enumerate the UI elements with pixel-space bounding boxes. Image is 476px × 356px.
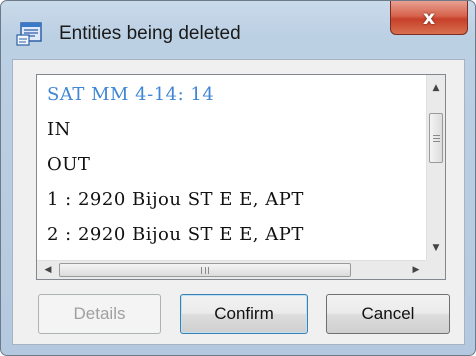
scroll-down-icon[interactable]: ▼ xyxy=(427,239,445,257)
list-item[interactable]: 2 : 2920 Bijou ST E E, APT xyxy=(47,217,427,252)
grip-icon xyxy=(201,266,209,274)
vertical-scrollbar[interactable]: ▲ ▼ xyxy=(426,75,445,261)
list-item[interactable]: IN xyxy=(47,112,427,147)
confirm-button[interactable]: Confirm xyxy=(180,294,308,334)
scrollbar-corner xyxy=(426,260,445,279)
scroll-up-icon[interactable]: ▲ xyxy=(427,79,445,97)
dialog-body: SAT MM 4-14: 14 IN OUT 1 : 2920 Bijou ST… xyxy=(12,59,465,345)
title-bar[interactable]: Entities being deleted x xyxy=(1,1,475,59)
list-item[interactable]: SAT MM 4-14: 14 xyxy=(47,77,427,112)
vertical-scroll-thumb[interactable] xyxy=(429,113,443,163)
list-content: SAT MM 4-14: 14 IN OUT 1 : 2920 Bijou ST… xyxy=(37,75,427,261)
list-window-icon xyxy=(15,21,45,47)
grip-icon xyxy=(432,134,440,142)
close-button[interactable]: x xyxy=(390,1,468,35)
horizontal-scroll-thumb[interactable] xyxy=(59,263,351,277)
horizontal-scrollbar[interactable]: ◀ ▶ xyxy=(37,260,427,279)
list-item[interactable]: 1 : 2920 Bijou ST E E, APT xyxy=(47,182,427,217)
window-title: Entities being deleted xyxy=(59,23,241,44)
cancel-button[interactable]: Cancel xyxy=(326,294,450,334)
details-button[interactable]: Details xyxy=(38,294,161,334)
scroll-left-icon[interactable]: ◀ xyxy=(39,261,57,279)
entities-list[interactable]: SAT MM 4-14: 14 IN OUT 1 : 2920 Bijou ST… xyxy=(36,74,446,280)
close-icon: x xyxy=(422,6,436,29)
list-item[interactable]: OUT xyxy=(47,147,427,182)
scroll-right-icon[interactable]: ▶ xyxy=(407,261,425,279)
dialog-window: Entities being deleted x SAT MM 4-14: 14… xyxy=(0,0,476,356)
